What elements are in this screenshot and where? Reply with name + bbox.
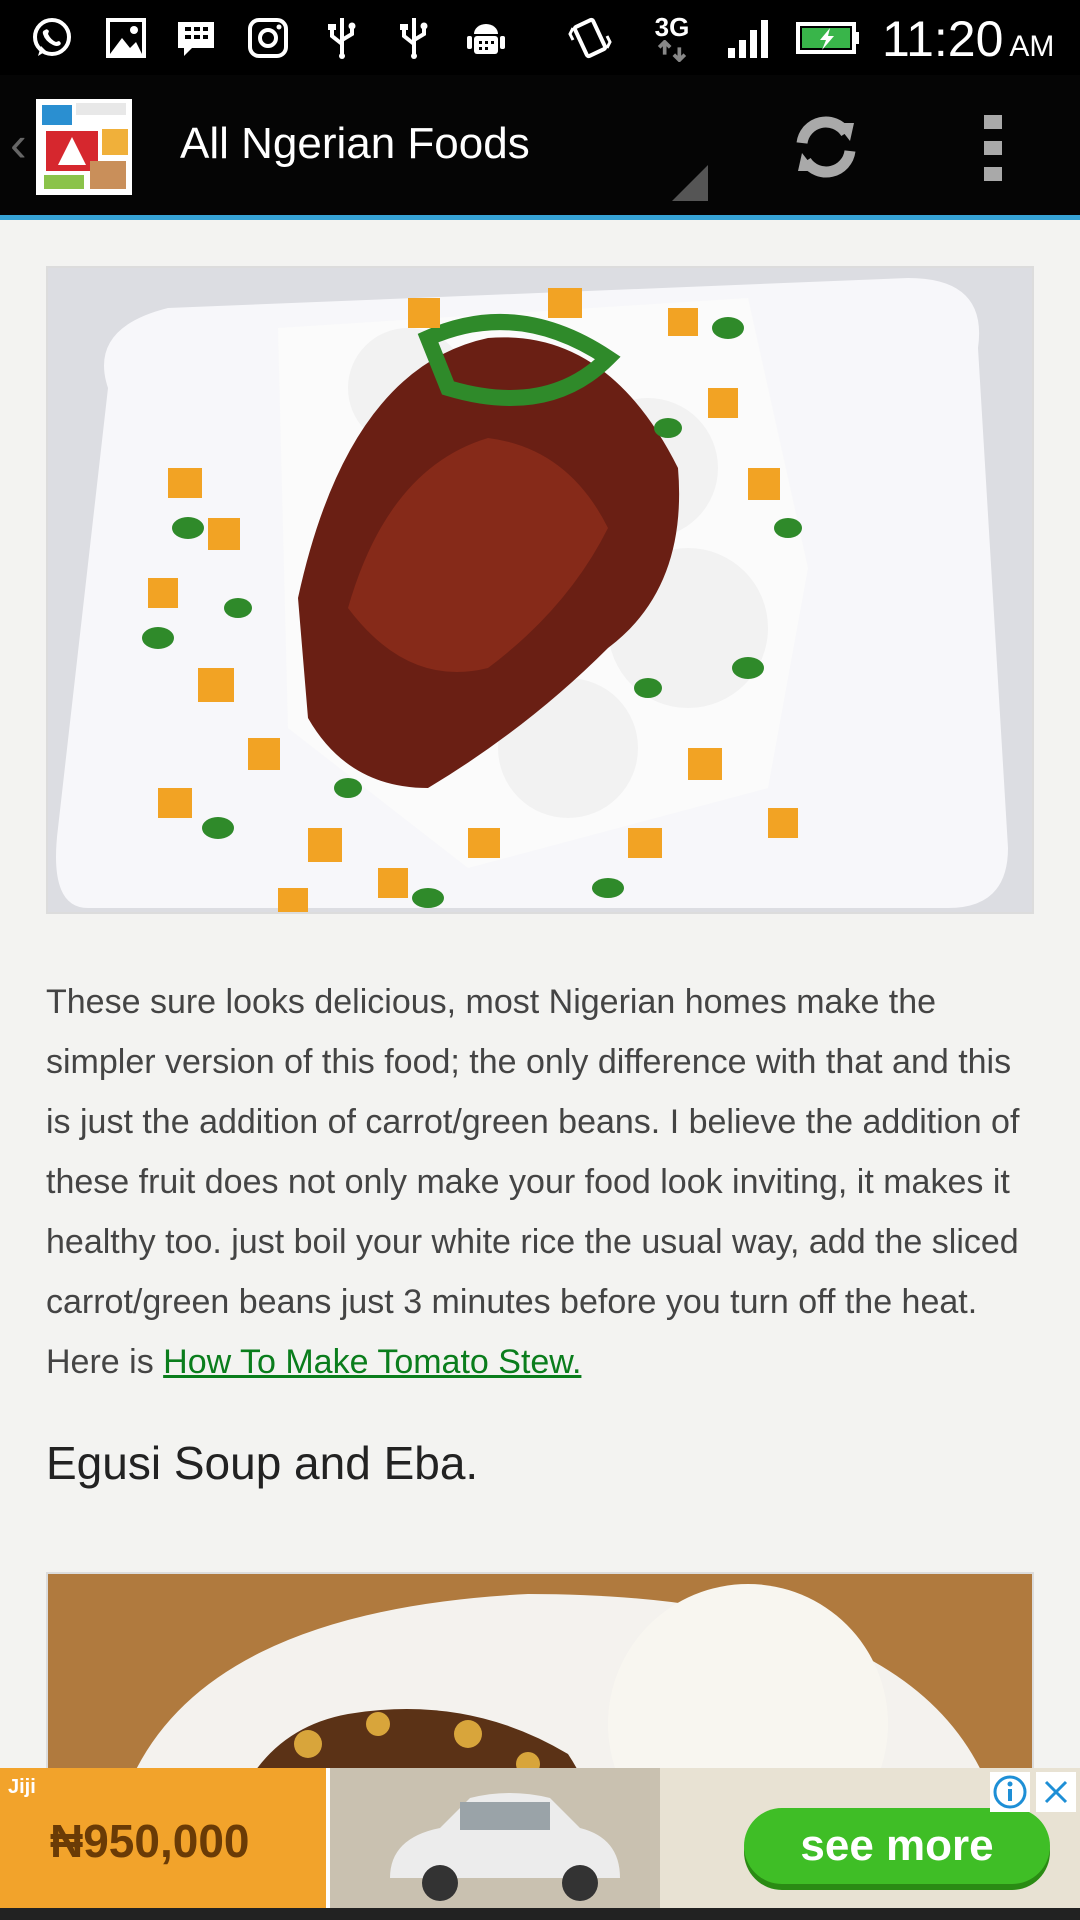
tomato-stew-link[interactable]: How To Make Tomato Stew. — [163, 1343, 581, 1381]
rice-stew-photo — [46, 266, 1034, 914]
instagram-icon — [244, 14, 292, 62]
see-more-button[interactable]: see more — [744, 1808, 1050, 1884]
ad-price: ₦950,000 — [50, 1815, 250, 1867]
signal-icon — [724, 14, 772, 62]
usb-icon — [390, 14, 438, 62]
ad-price-panel[interactable]: Jiji ₦950,000 — [0, 1768, 326, 1908]
ad-banner[interactable]: Jiji ₦950,000 see more — [0, 1768, 1080, 1908]
clock: 11:20 AM — [882, 10, 1054, 68]
bottom-strip — [0, 1908, 1080, 1920]
ad-car-photo[interactable] — [330, 1768, 660, 1908]
battery-charging-icon — [794, 14, 860, 62]
up-chevron-icon[interactable]: ‹ — [10, 115, 27, 173]
clock-ampm: AM — [1009, 30, 1055, 63]
gallery-icon — [102, 14, 150, 62]
paragraph-text: These sure looks delicious, most Nigeria… — [46, 983, 1020, 1381]
egusi-eba-photo — [46, 1572, 1034, 1768]
bbm-icon — [172, 14, 220, 62]
status-bar: 3G 11:20 AM — [0, 0, 1080, 75]
vibrate-icon — [566, 14, 614, 62]
app-title[interactable]: All Ngerian Foods — [180, 119, 530, 169]
clock-time: 11:20 — [882, 11, 1004, 67]
whatsapp-icon — [28, 14, 76, 62]
android-debug-icon — [462, 14, 510, 62]
ad-info-icon[interactable] — [990, 1772, 1030, 1812]
overflow-menu-icon[interactable] — [978, 111, 1008, 185]
app-logo[interactable] — [36, 99, 132, 195]
network-type-label: 3G — [654, 12, 690, 42]
article-content[interactable]: These sure looks delicious, most Nigeria… — [0, 220, 1080, 1768]
usb-icon — [318, 14, 366, 62]
ad-close-icon[interactable] — [1036, 1772, 1076, 1812]
section-heading: Egusi Soup and Eba. — [46, 1437, 479, 1489]
action-bar: ‹ All Ngerian Foods — [0, 75, 1080, 220]
article-paragraph: These sure looks delicious, most Nigeria… — [46, 972, 1038, 1392]
refresh-icon[interactable] — [788, 109, 864, 185]
network-3g-icon: 3G — [648, 14, 696, 62]
spinner-indicator[interactable] — [672, 165, 708, 201]
ad-brand-logo: Jiji — [8, 1776, 36, 1798]
